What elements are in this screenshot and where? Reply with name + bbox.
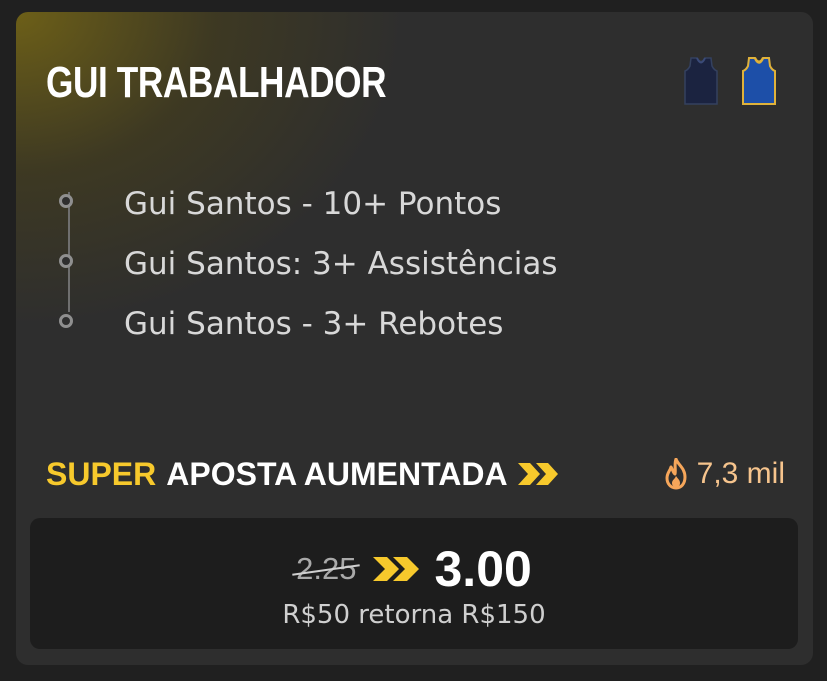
leg-bullet-icon — [59, 194, 73, 208]
odds-button[interactable]: 2.25 3.00 R$50 retorna R$150 — [30, 518, 798, 649]
leg-label: Gui Santos - 3+ Rebotes — [124, 306, 504, 342]
blue-gold-jersey-icon — [742, 57, 776, 105]
old-odds: 2.25 — [296, 551, 357, 586]
leg-label: Gui Santos: 3+ Assistências — [124, 246, 558, 282]
double-chevron-icon — [517, 463, 558, 485]
double-chevron-icon — [372, 557, 419, 581]
boosted-odds: 3.00 — [434, 541, 532, 597]
odds-row: 2.25 3.00 — [30, 540, 798, 598]
bet-card[interactable]: GUI TRABALHADOR Gui Santos - 10+ Pontos … — [16, 12, 813, 665]
list-item: Gui Santos: 3+ Assistências — [56, 234, 756, 294]
leg-label: Gui Santos - 10+ Pontos — [124, 186, 502, 222]
leg-bullet-icon — [59, 314, 73, 328]
bet-title: GUI TRABALHADOR — [46, 58, 387, 107]
list-item: Gui Santos - 3+ Rebotes — [56, 294, 756, 354]
popularity-count: 7,3 mil — [696, 457, 785, 490]
navy-jersey-icon — [684, 57, 718, 105]
boost-super-label: SUPER — [46, 455, 157, 492]
popularity-indicator: 7,3 mil — [663, 452, 785, 496]
returns-text: R$50 retorna R$150 — [282, 600, 546, 630]
fire-icon — [665, 458, 687, 490]
list-item: Gui Santos - 10+ Pontos — [56, 174, 756, 234]
boost-banner: SUPER APOSTA AUMENTADA — [46, 452, 560, 496]
bet-legs-list: Gui Santos - 10+ Pontos Gui Santos: 3+ A… — [56, 174, 756, 354]
boost-label: APOSTA AUMENTADA — [166, 455, 508, 492]
leg-bullet-icon — [59, 254, 73, 268]
